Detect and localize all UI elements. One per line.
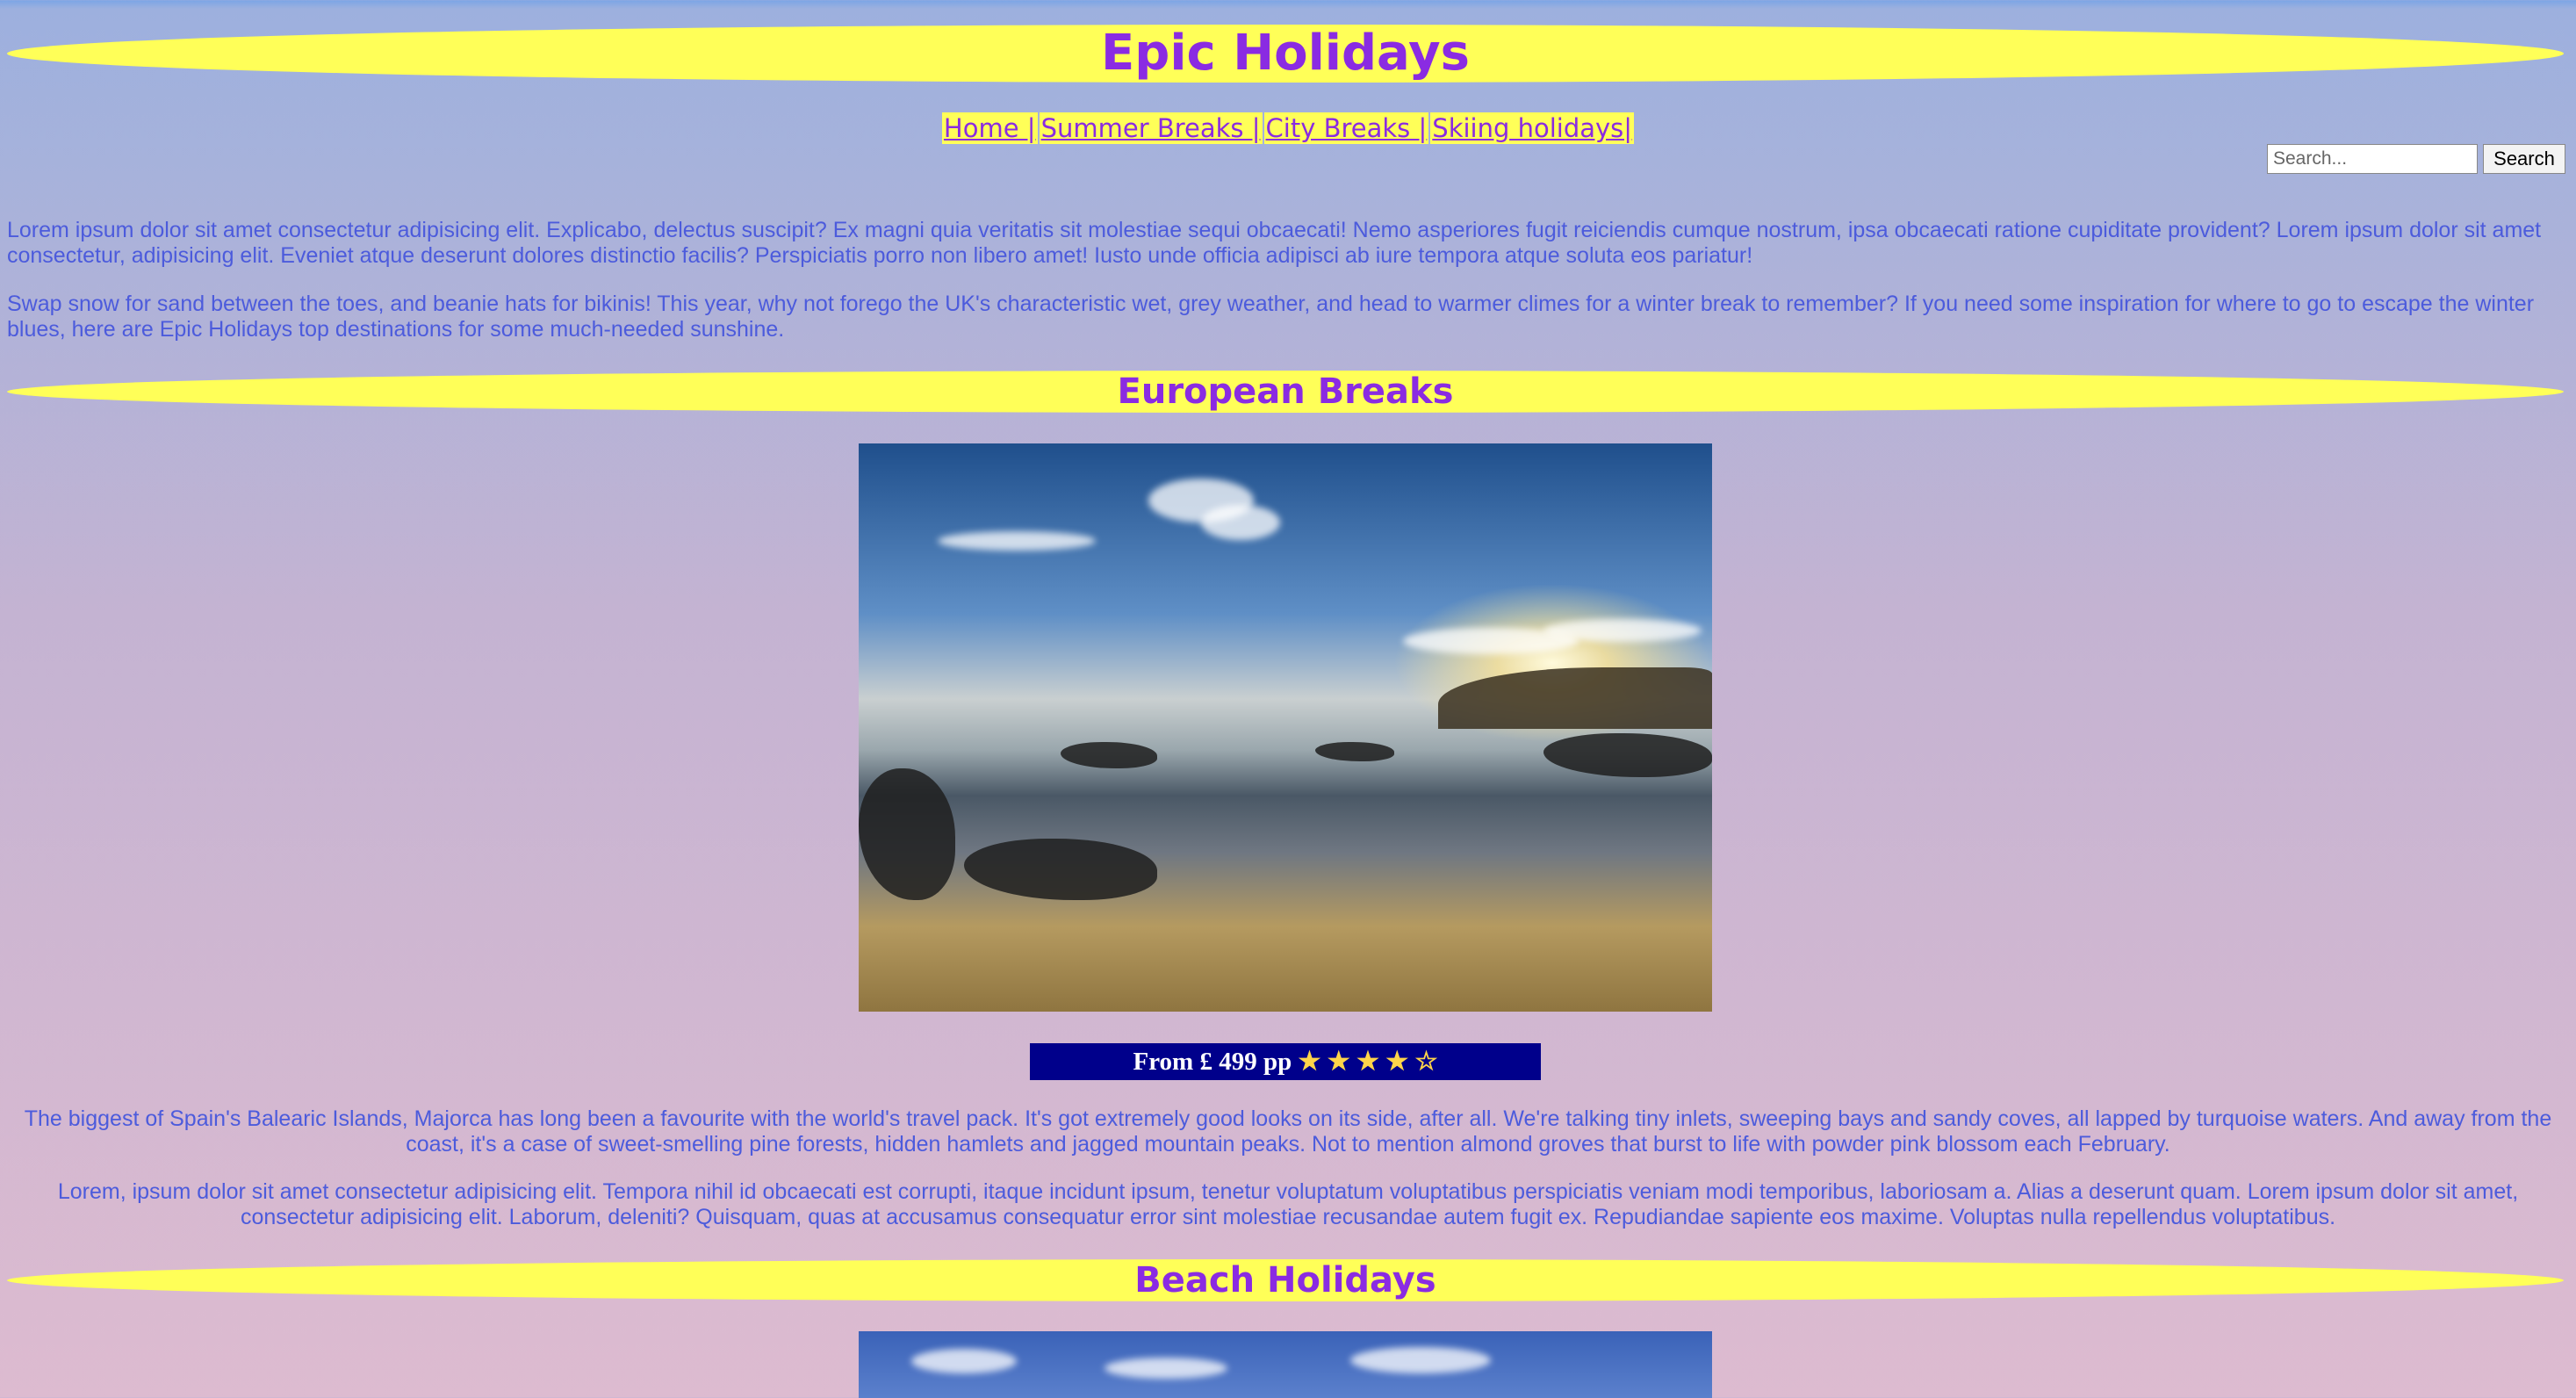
majorca-paragraph-2: Lorem, ipsum dolor sit amet consectetur …	[57, 1179, 2519, 1229]
majorca-paragraph-1: The biggest of Spain's Balearic Islands,…	[24, 1106, 2552, 1157]
majorca-beach-photo	[859, 443, 1712, 1012]
star-rating: ★ ★ ★ ★ ☆	[1298, 1048, 1438, 1076]
price-text: From £ 499 pp	[1133, 1048, 1292, 1076]
nav-city-breaks[interactable]: City Breaks |	[1263, 112, 1429, 144]
main-nav: Home | Summer Breaks | City Breaks | Skiing…	[0, 112, 2576, 144]
beach-holidays-photo	[859, 1331, 1712, 1398]
intro-paragraph-2: Swap snow for sand between the toes, and…	[7, 292, 2535, 342]
price-badge: From £ 499 pp ★ ★ ★ ★ ☆	[1030, 1043, 1541, 1080]
search-input[interactable]	[2267, 144, 2478, 174]
section-title-beach-holidays: Beach Holidays	[7, 1259, 2564, 1301]
site-title: Epic Holidays	[7, 25, 2564, 83]
search-form: Search	[2267, 144, 2565, 174]
search-button[interactable]: Search	[2483, 144, 2565, 174]
nav-home[interactable]: Home |	[941, 112, 1038, 144]
intro-paragraph-1: Lorem ipsum dolor sit amet consectetur a…	[7, 218, 2542, 268]
nav-skiing-holidays[interactable]: Skiing holidays|	[1430, 112, 1635, 144]
section-title-european-breaks: European Breaks	[7, 371, 2564, 413]
nav-summer-breaks[interactable]: Summer Breaks |	[1039, 112, 1263, 144]
